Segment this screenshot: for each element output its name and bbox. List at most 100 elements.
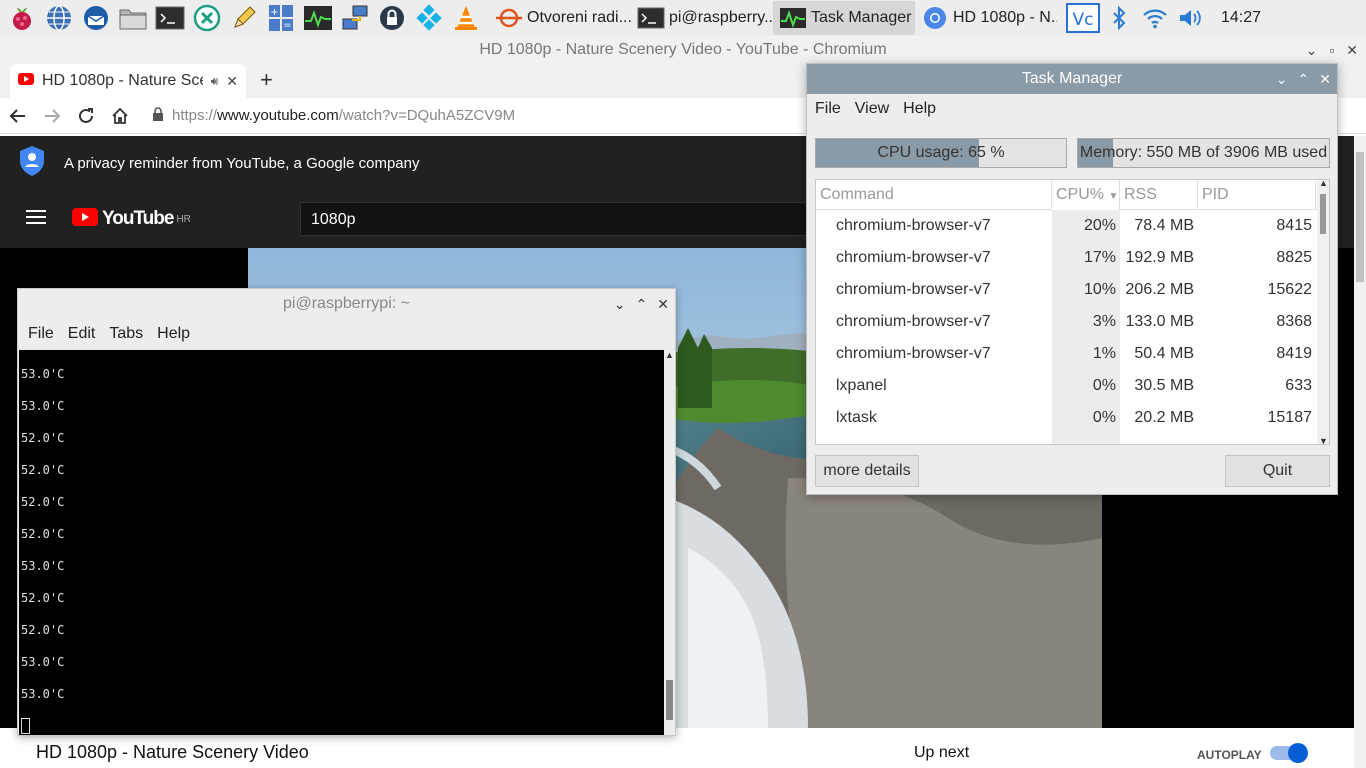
task-manager-window[interactable]: Task Manager ⌄ ⌃ ✕ File View Help CPU us… — [806, 63, 1338, 495]
bluetooth-icon[interactable] — [1101, 3, 1137, 33]
youtube-logo[interactable]: YouTube HR — [72, 207, 191, 231]
forward-icon[interactable] — [36, 100, 68, 132]
scrollbar-thumb[interactable] — [1356, 152, 1364, 282]
partial-cell — [816, 434, 1052, 444]
taskbar-item-terminal[interactable]: pi@raspberry... — [631, 1, 773, 35]
scrollbar-thumb[interactable] — [1320, 194, 1326, 234]
table-row[interactable]: chromium-browser-v7 1% 50.4 MB 8419 — [816, 338, 1329, 370]
file-manager-icon[interactable] — [118, 3, 148, 33]
sync-icon[interactable] — [192, 3, 222, 33]
scroll-down-icon[interactable]: ▼ — [1319, 436, 1328, 444]
search-input[interactable]: 1080p — [300, 202, 840, 236]
cell-command: chromium-browser-v7 — [836, 345, 991, 362]
menu-file[interactable]: File — [28, 325, 54, 343]
taskbar-item-chromium[interactable]: HD 1080p - N... — [915, 1, 1057, 35]
window-controls: ⌄ ⌃ ✕ — [1276, 64, 1331, 94]
table-row[interactable]: chromium-browser-v7 17% 192.9 MB 8825 — [816, 242, 1329, 274]
speaker-icon[interactable]: 🔊︎ — [211, 74, 219, 89]
menu-help[interactable]: Help — [157, 325, 190, 343]
maximize-icon[interactable]: ▫ — [1329, 36, 1334, 64]
wifi-icon[interactable] — [1137, 3, 1173, 33]
home-icon[interactable] — [104, 100, 136, 132]
cell-cpu: 1% — [1052, 338, 1120, 370]
autoplay-toggle[interactable] — [1270, 743, 1308, 763]
menu-help[interactable]: Help — [903, 100, 936, 118]
minimize-icon[interactable]: ⌄ — [614, 289, 626, 319]
maximize-icon[interactable]: ⌃ — [1298, 64, 1310, 94]
cell-command: chromium-browser-v7 — [836, 281, 991, 298]
table-header: Command CPU% ▼ RSS PID — [816, 180, 1329, 210]
menu-tabs[interactable]: Tabs — [109, 325, 143, 343]
cell-command: lxpanel — [836, 377, 887, 394]
table-row-partial[interactable] — [816, 434, 1329, 444]
svg-text:Vᴄ: Vᴄ — [1073, 10, 1094, 30]
scrollbar-thumb[interactable] — [666, 680, 673, 720]
column-header-rss[interactable]: RSS — [1120, 180, 1198, 210]
globe-icon[interactable] — [44, 3, 74, 33]
close-icon[interactable]: ✕ — [1346, 36, 1358, 64]
back-icon[interactable] — [2, 100, 34, 132]
process-table[interactable]: Command CPU% ▼ RSS PID chromium-browser-… — [815, 179, 1330, 445]
cell-rss: 20.2 MB — [1134, 409, 1194, 426]
svg-text:+: + — [270, 7, 278, 18]
privacy-text: A privacy reminder from YouTube, a Googl… — [64, 154, 420, 172]
volume-icon[interactable] — [1173, 3, 1209, 33]
new-tab-button[interactable]: + — [260, 67, 273, 93]
menu-edit[interactable]: Edit — [68, 325, 96, 343]
hamburger-menu-icon[interactable] — [26, 209, 46, 230]
table-row[interactable]: chromium-browser-v7 20% 78.4 MB 8415 — [816, 210, 1329, 242]
column-header-command[interactable]: Command — [816, 180, 1052, 210]
taskbar-item-label: HD 1080p - N... — [953, 9, 1057, 26]
quit-button[interactable]: Quit — [1225, 455, 1330, 487]
kodi-icon[interactable] — [414, 3, 444, 33]
table-row[interactable]: chromium-browser-v7 10% 206.2 MB 15622 — [816, 274, 1329, 306]
maximize-icon[interactable]: ⌃ — [636, 289, 648, 319]
cell-cpu: 3% — [1052, 306, 1120, 338]
cell-command: chromium-browser-v7 — [836, 217, 991, 234]
scroll-up-icon[interactable]: ▲ — [665, 350, 674, 360]
menu-view[interactable]: View — [855, 100, 889, 118]
reload-icon[interactable] — [70, 100, 102, 132]
terminal-window[interactable]: pi@raspberrypi: ~ ⌄ ⌃ ✕ File Edit Tabs H… — [17, 288, 676, 736]
scroll-up-icon[interactable]: ▲ — [1319, 180, 1328, 188]
column-header-pid[interactable]: PID — [1198, 180, 1316, 210]
minimize-icon[interactable]: ⌄ — [1306, 36, 1318, 64]
taskbar-item-task-manager[interactable]: Task Manager — [773, 1, 915, 35]
terminal-scrollbar[interactable]: ▲ — [664, 350, 675, 735]
terminal-output[interactable]: 53.0'C 53.0'C 52.0'C 52.0'C 52.0'C 52.0'… — [19, 350, 664, 735]
clock[interactable]: 14:27 — [1221, 9, 1261, 27]
cell-command: chromium-browser-v7 — [836, 313, 991, 330]
column-header-cpu[interactable]: CPU% ▼ — [1052, 180, 1120, 210]
calculator-icon[interactable]: + = — [266, 3, 296, 33]
close-icon[interactable]: ✕ — [1319, 64, 1331, 94]
vnc-icon[interactable]: Vᴄ — [1065, 3, 1101, 33]
tab-youtube[interactable]: HD 1080p - Nature Scenery Video 🔊︎ ✕ — [10, 64, 246, 98]
task-manager-titlebar[interactable]: Task Manager ⌄ ⌃ ✕ — [807, 64, 1337, 94]
cpu-usage-meter: CPU usage: 65 % — [815, 138, 1067, 168]
vpn-lock-icon[interactable] — [377, 3, 407, 33]
network-icon[interactable] — [340, 3, 370, 33]
minimize-icon[interactable]: ⌄ — [1276, 64, 1288, 94]
terminal-icon[interactable] — [155, 3, 185, 33]
table-row[interactable]: chromium-browser-v7 3% 133.0 MB 8368 — [816, 306, 1329, 338]
cell-rss: 206.2 MB — [1125, 281, 1194, 298]
task-monitor-icon[interactable] — [303, 3, 333, 33]
text-editor-icon[interactable] — [229, 3, 259, 33]
menu-file[interactable]: File — [815, 100, 841, 118]
raspberry-menu-icon[interactable] — [7, 3, 37, 33]
more-details-button[interactable]: more details — [815, 455, 919, 487]
cell-pid: 633 — [1285, 377, 1312, 394]
close-icon[interactable]: ✕ — [657, 289, 669, 319]
page-scrollbar[interactable] — [1354, 136, 1366, 768]
thunderbird-icon[interactable] — [81, 3, 111, 33]
tab-close-icon[interactable]: ✕ — [226, 73, 238, 90]
region-code: HR — [176, 213, 191, 225]
lock-icon[interactable] — [152, 106, 164, 125]
address-bar[interactable]: https://www.youtube.com/watch?v=DQuhA5ZC… — [152, 106, 515, 125]
table-row[interactable]: lxpanel 0% 30.5 MB 633 — [816, 370, 1329, 402]
vlc-icon[interactable] — [451, 3, 481, 33]
table-scrollbar[interactable]: ▲ ▼ — [1317, 180, 1329, 444]
table-row[interactable]: lxtask 0% 20.2 MB 15187 — [816, 402, 1329, 434]
terminal-titlebar[interactable]: pi@raspberrypi: ~ ⌄ ⌃ ✕ — [18, 289, 675, 319]
taskbar-item-radio[interactable]: Otvoreni radi... — [489, 1, 631, 35]
